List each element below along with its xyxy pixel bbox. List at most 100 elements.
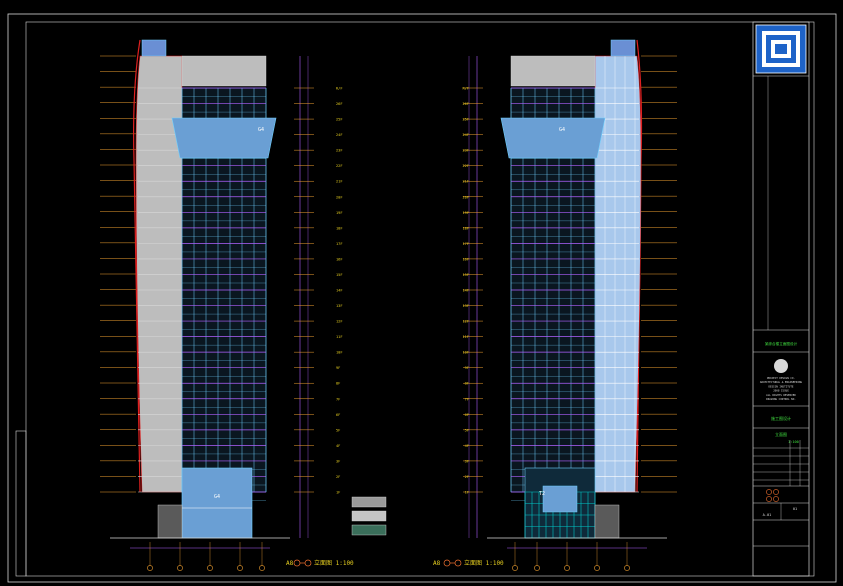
- podium-tag: T2: [539, 491, 545, 497]
- firm-line: 2008 ISSUE: [773, 389, 789, 393]
- right-caption-prefix: A8: [433, 560, 441, 567]
- revision-number: 01: [793, 507, 797, 511]
- level-label: 23F: [463, 149, 470, 153]
- right-caption: A8 立面图 1:100: [433, 559, 504, 567]
- axis-bubble: [207, 565, 213, 571]
- level-label: 16F: [336, 257, 343, 261]
- level-label: R/F: [336, 87, 343, 91]
- level-label: 14F: [336, 289, 343, 293]
- level-label: R/F: [463, 87, 470, 91]
- level-label: 11F: [336, 335, 343, 339]
- firm-line: DRAWING CONTROL NO.: [766, 397, 796, 401]
- level-label: 5F: [465, 428, 469, 432]
- stage-label: 施工图设计: [771, 415, 791, 421]
- firm-line: ALL RIGHTS RESERVED: [766, 393, 796, 397]
- level-label: 17F: [336, 242, 343, 246]
- level-label: 5F: [336, 428, 340, 432]
- level-label: 1F: [465, 491, 469, 495]
- level-label: 15F: [336, 273, 343, 277]
- level-label: 7F: [336, 397, 340, 401]
- level-label: 20F: [336, 195, 343, 199]
- level-label: 17F: [463, 242, 470, 246]
- material-legend: [351, 496, 387, 536]
- level-label: 8F: [336, 382, 340, 386]
- level-label: 19F: [463, 211, 470, 215]
- left-caption-prefix: A8: [286, 560, 294, 567]
- level-label: 6F: [336, 413, 340, 417]
- level-label: 4F: [336, 444, 340, 448]
- legend-swatch-1: [351, 496, 387, 508]
- level-label: 13F: [336, 304, 343, 308]
- roof-parapet: [510, 55, 596, 87]
- cad-drawing-sheet: G4 G4 R/F 26F 25F 24F 23F 22F 21F 20F 19F 18F 17F 16F…: [7, 13, 837, 583]
- project-label: 某综合楼立面图设计: [765, 341, 798, 346]
- axis-bubble: [237, 565, 243, 571]
- level-label: 9F: [336, 366, 340, 370]
- revision-table: [753, 440, 809, 487]
- outer-frame: [7, 13, 837, 583]
- sheet-scale: 1:100: [788, 440, 799, 444]
- axis-bubble: [259, 565, 265, 571]
- level-label: 2F: [336, 475, 340, 479]
- level-label: 7F: [465, 397, 469, 401]
- sheet-number: A-01: [763, 513, 772, 517]
- right-elevation: G4 T2 R/F 26F 25F 24F 23F 22F 21F 20F 19F 18F 17F 16F…: [463, 39, 677, 571]
- podium-glass: [181, 467, 253, 539]
- border-strip: [15, 430, 27, 577]
- level-label: 1F: [336, 491, 340, 495]
- firm-seal: [774, 359, 788, 373]
- axis-bubble: [512, 565, 518, 571]
- level-label: 21F: [336, 180, 343, 184]
- podium-tag: G4: [214, 494, 220, 500]
- level-label: 21F: [463, 180, 470, 184]
- left-caption: A8 立面图 1:100: [286, 559, 354, 567]
- firm-line: ARCHITECTURAL & ENGINEERING: [760, 380, 803, 384]
- level-label: 26F: [463, 102, 470, 106]
- left-caption-text: 立面图 1:100: [314, 559, 354, 567]
- level-label: 6F: [465, 413, 469, 417]
- level-label: 9F: [465, 366, 469, 370]
- left-elevation: G4 G4 R/F 26F 25F 24F 23F 22F 21F 20F 19F 18F 17F 16F…: [100, 39, 343, 571]
- entrance-canopy: [542, 485, 578, 513]
- level-label: 15F: [463, 273, 470, 277]
- roof-parapet: [181, 55, 267, 87]
- level-label: 26F: [336, 102, 343, 106]
- level-label: 25F: [463, 118, 470, 122]
- level-label: 3F: [336, 459, 340, 463]
- sky-canopy: [171, 117, 277, 159]
- level-label: 22F: [336, 164, 343, 168]
- level-label: 24F: [336, 133, 343, 137]
- level-label: 12F: [336, 320, 343, 324]
- podium-side-block: [157, 504, 183, 539]
- canopy-tag: G4: [258, 127, 264, 133]
- level-label: 16F: [463, 257, 470, 261]
- level-label: 25F: [336, 118, 343, 122]
- level-label: 22F: [463, 164, 470, 168]
- firm-line: PROJECT DESIGN CO.: [767, 376, 795, 380]
- right-caption-text: 立面图 1:100: [464, 559, 504, 567]
- level-label: 18F: [336, 226, 343, 230]
- level-label: 14F: [463, 289, 470, 293]
- level-label: 2F: [465, 475, 469, 479]
- legend-swatch-2: [351, 510, 387, 522]
- axis-bubble: [147, 565, 153, 571]
- level-label: 8F: [465, 382, 469, 386]
- roof-crown: [141, 39, 167, 57]
- level-label: 3F: [465, 459, 469, 463]
- level-label: 10F: [336, 351, 343, 355]
- level-label: 20F: [463, 195, 470, 199]
- axis-bubble: [534, 565, 540, 571]
- level-label: 10F: [463, 351, 470, 355]
- firm-line: DESIGN INSTITUTE: [769, 384, 794, 388]
- legend-swatch-3: [351, 524, 387, 536]
- axis-bubble: [624, 565, 630, 571]
- title-block: 某综合楼立面图设计 PROJECT DESIGN CO.ARCHITECTURA…: [752, 21, 810, 577]
- sheet-name: 立面图: [775, 431, 787, 437]
- axis-bubble: [564, 565, 570, 571]
- sky-canopy: [500, 117, 606, 159]
- level-label: 12F: [463, 320, 470, 324]
- podium-side-block: [594, 504, 620, 539]
- level-label: 24F: [463, 133, 470, 137]
- firm-text: PROJECT DESIGN CO.ARCHITECTURAL & ENGINE…: [760, 376, 803, 401]
- level-label: 23F: [336, 149, 343, 153]
